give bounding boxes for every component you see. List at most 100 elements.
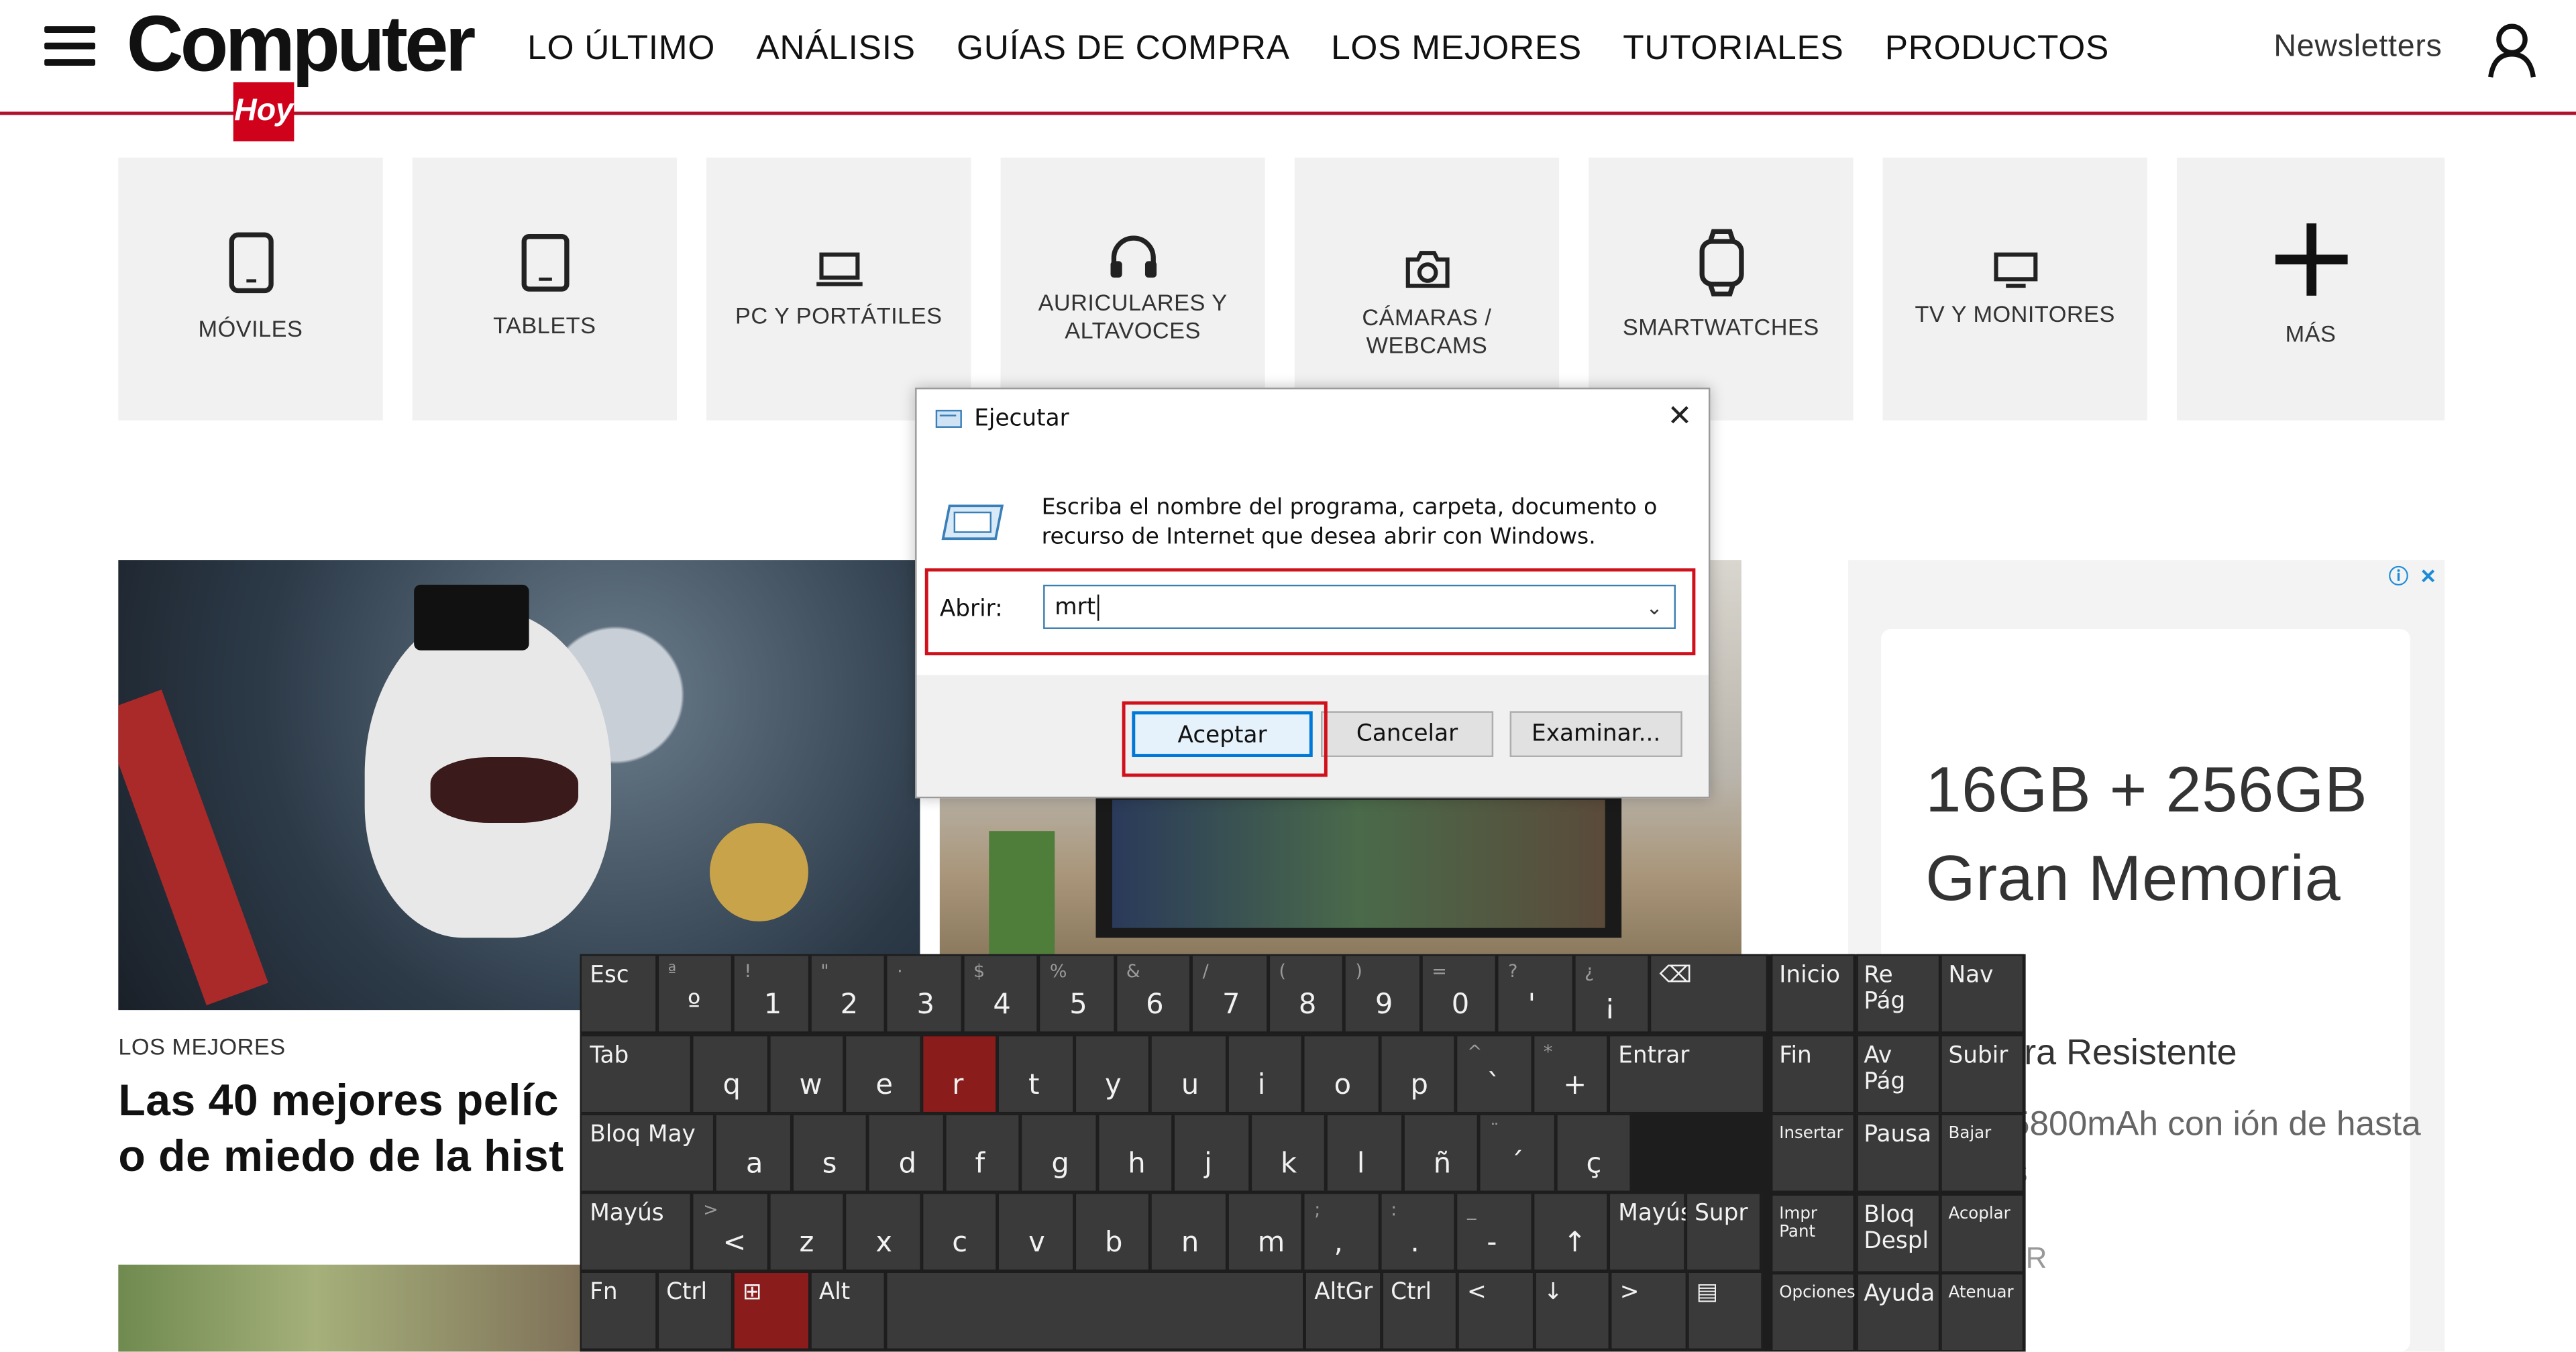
key-o[interactable]: o <box>1303 1034 1379 1114</box>
key-ctrl[interactable]: Ctrl <box>656 1271 733 1351</box>
key-impr-pant[interactable]: Impr Pant <box>1771 1193 1855 1272</box>
key-n[interactable]: n <box>1150 1192 1227 1272</box>
key-v[interactable]: v <box>997 1192 1074 1272</box>
category-tablets[interactable]: TABLETS <box>412 158 677 420</box>
key-entrar[interactable]: Entrar <box>1608 1034 1765 1114</box>
key-fn[interactable]: Fn <box>580 1271 657 1351</box>
key--[interactable]: ⌫ <box>1649 954 1768 1033</box>
key-c[interactable]: c <box>920 1192 998 1272</box>
key-5[interactable]: % 5 <box>1038 954 1115 1033</box>
newsletters-link[interactable]: Newsletters <box>2273 30 2442 66</box>
nav-guias-de-compra[interactable]: GUÍAS DE COMPRA <box>957 26 1290 72</box>
nav-tutoriales[interactable]: TUTORIALES <box>1623 26 1843 72</box>
key-ñ[interactable]: ñ <box>1402 1113 1479 1192</box>
key-bloq-may[interactable]: Bloq May <box>580 1113 715 1192</box>
key-r[interactable]: r <box>920 1034 998 1114</box>
key-q[interactable]: q <box>692 1034 768 1114</box>
key--[interactable]: < <box>1457 1271 1534 1351</box>
category-smartwatches[interactable]: SMARTWATCHES <box>1589 158 1854 420</box>
key-8[interactable]: (8 <box>1267 954 1344 1033</box>
key-d[interactable]: d <box>867 1113 944 1192</box>
site-logo-hoy[interactable]: Hoy <box>233 82 294 142</box>
key-pausa[interactable]: Pausa <box>1856 1113 1940 1192</box>
category-tv-monitores[interactable]: TV Y MONITORES <box>1882 158 2147 420</box>
key-y[interactable]: y <box>1073 1034 1150 1114</box>
key-3[interactable]: · 3 <box>885 954 962 1033</box>
key-esc[interactable]: Esc <box>580 954 657 1033</box>
key-a[interactable]: a <box>714 1113 792 1192</box>
category-auriculares[interactable]: AURICULARES Y ALTAVOCES <box>1000 158 1265 420</box>
nav-los-mejores[interactable]: LOS MEJORES <box>1331 26 1582 72</box>
key-ayuda[interactable]: Ayuda <box>1856 1272 1940 1352</box>
cancel-button[interactable]: Cancelar <box>1320 711 1494 757</box>
key-4[interactable]: $4 <box>961 954 1038 1033</box>
key-7[interactable]: /7 <box>1191 954 1268 1033</box>
key--[interactable]: ? ' <box>1497 954 1573 1033</box>
key--[interactable]: ;, <box>1303 1192 1379 1272</box>
key-p[interactable]: p <box>1379 1034 1456 1114</box>
key-f[interactable]: f <box>943 1113 1020 1192</box>
key-w[interactable]: w <box>767 1034 845 1114</box>
key-0[interactable]: = 0 <box>1420 954 1497 1033</box>
key--[interactable]: ªº <box>656 954 733 1033</box>
key-ctrl[interactable]: Ctrl <box>1381 1271 1458 1351</box>
key-b[interactable]: b <box>1073 1192 1150 1272</box>
key-av-pág[interactable]: Av Pág <box>1856 1033 1940 1113</box>
ad-close-icon[interactable]: ✕ <box>2415 563 2441 589</box>
close-icon[interactable]: ✕ <box>1668 399 1693 433</box>
key-ç[interactable]: ç <box>1554 1113 1631 1192</box>
nav-analisis[interactable]: ANÁLISIS <box>756 26 915 72</box>
key-acoplar[interactable]: Acoplar <box>1940 1193 2025 1272</box>
key-j[interactable]: j <box>1173 1113 1250 1192</box>
key-opciones[interactable]: Opciones <box>1771 1272 1856 1352</box>
key-insertar[interactable]: Insertar <box>1771 1113 1855 1192</box>
key-inicio[interactable]: Inicio <box>1771 954 1855 1033</box>
browse-button[interactable]: Examinar... <box>1509 711 1682 757</box>
key-nav[interactable]: Nav <box>1940 954 2025 1033</box>
key-m[interactable]: m <box>1226 1192 1303 1272</box>
nav-productos[interactable]: PRODUCTOS <box>1885 26 2109 72</box>
key--[interactable]: _ - <box>1455 1192 1532 1272</box>
key-tab[interactable]: Tab <box>580 1034 692 1114</box>
key-u[interactable]: u <box>1150 1034 1227 1114</box>
key--[interactable]: > <box>1610 1271 1686 1351</box>
key--[interactable]: ▤ <box>1686 1271 1763 1351</box>
key--[interactable]: ¿ ¡ <box>1572 954 1650 1033</box>
key-alt[interactable]: Alt <box>809 1271 886 1351</box>
key-9[interactable]: ) 9 <box>1344 954 1421 1033</box>
key-may-s[interactable]: Mayús <box>1608 1192 1693 1272</box>
key-6[interactable]: & 6 <box>1114 954 1191 1033</box>
article-image-horror[interactable] <box>118 560 920 1011</box>
key-bajar[interactable]: Bajar <box>1940 1113 2025 1192</box>
category-pc-portatiles[interactable]: PC Y PORTÁTILES <box>706 158 971 420</box>
ad-badge[interactable]: ⓘ ✕ <box>2385 563 2441 589</box>
key--[interactable]: :. <box>1379 1192 1456 1272</box>
key-subir[interactable]: Subir <box>1940 1033 2025 1113</box>
key-2[interactable]: " 2 <box>809 954 886 1033</box>
key--[interactable]: * + <box>1532 1034 1609 1114</box>
key-fin[interactable]: Fin <box>1771 1033 1855 1113</box>
key-altgr[interactable]: AltGr <box>1304 1271 1381 1351</box>
site-logo[interactable]: Computer <box>127 3 476 89</box>
key-l[interactable]: l <box>1326 1113 1403 1192</box>
run-command-input[interactable]: mrt ⌄ <box>1043 584 1676 629</box>
category-camaras[interactable]: CÁMARAS / WEBCAMS <box>1294 158 1560 420</box>
user-icon[interactable] <box>2485 23 2538 78</box>
key-bloq-despl[interactable]: Bloq Despl <box>1856 1193 1940 1272</box>
key--[interactable]: ↑ <box>1532 1192 1609 1272</box>
key-supr[interactable]: Supr <box>1684 1192 1762 1272</box>
key-space[interactable] <box>885 1271 1305 1351</box>
key-re-pág[interactable]: Re Pág <box>1856 954 1940 1033</box>
key-t[interactable]: t <box>997 1034 1074 1114</box>
key-g[interactable]: g <box>1020 1113 1097 1192</box>
ad-info-icon[interactable]: ⓘ <box>2385 563 2412 589</box>
key-1[interactable]: ! 1 <box>733 954 810 1033</box>
key-may-s[interactable]: Mayús <box>580 1192 692 1272</box>
key--[interactable]: ^ ` <box>1455 1034 1532 1114</box>
key--[interactable]: ¨ ´ <box>1479 1113 1555 1192</box>
hamburger-menu-icon[interactable] <box>44 26 96 66</box>
key--[interactable]: ⊞ <box>733 1271 810 1351</box>
key-e[interactable]: e <box>844 1034 921 1114</box>
key-x[interactable]: x <box>844 1192 921 1272</box>
key-h[interactable]: h <box>1096 1113 1173 1192</box>
